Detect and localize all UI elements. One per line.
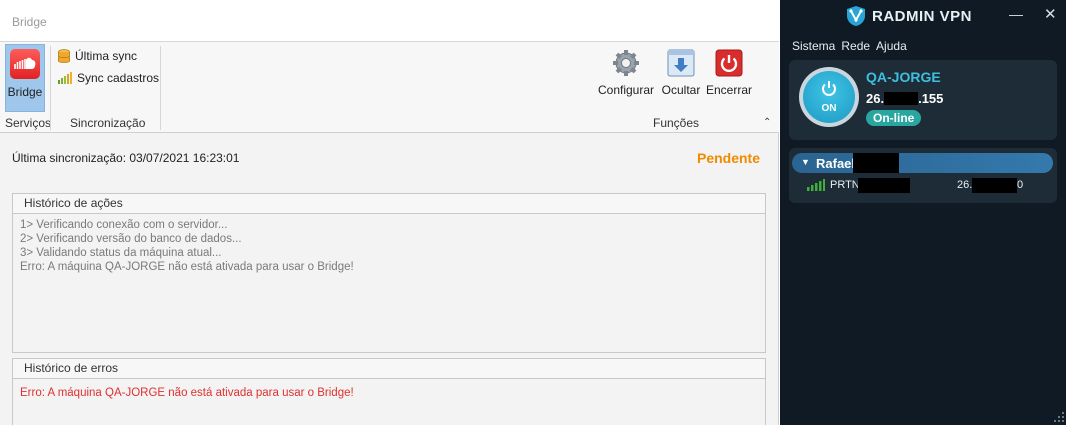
window-title: Bridge bbox=[12, 15, 47, 29]
redaction-mask bbox=[858, 178, 910, 193]
bridge-logo-icon bbox=[10, 49, 40, 79]
power-button[interactable]: ON bbox=[803, 71, 855, 123]
ribbon: Bridge Serviços Última sync Sync cadastr… bbox=[0, 42, 779, 133]
log-line: 3> Validando status da máquina atual... bbox=[20, 247, 222, 259]
power-state-label: ON bbox=[821, 103, 837, 114]
power-icon bbox=[822, 81, 836, 96]
radmin-menu-bar: Sistema Rede Ajuda bbox=[792, 39, 907, 53]
errors-history-title: Histórico de erros bbox=[13, 359, 765, 379]
error-line: Erro: A máquina QA-JORGE não está ativad… bbox=[20, 387, 354, 399]
bridge-window: Bridge Bridge Serviços Última sync Sync … bbox=[0, 0, 779, 425]
peer-row[interactable]: PRTN 26. 0 bbox=[789, 178, 1057, 194]
gear-icon bbox=[613, 50, 639, 76]
sync-group-label: Sincronização bbox=[70, 116, 146, 130]
errors-history-log[interactable]: Erro: A máquina QA-JORGE não está ativad… bbox=[13, 379, 765, 404]
close-app-button[interactable]: Encerrar bbox=[699, 48, 759, 104]
machine-ip[interactable]: 26. .155 bbox=[866, 91, 943, 106]
download-arrow-icon bbox=[667, 49, 695, 77]
menu-item-sistema[interactable]: Sistema bbox=[792, 39, 835, 53]
functions-group-label: Funções bbox=[653, 116, 700, 130]
log-line: 2> Verificando versão do banco de dados.… bbox=[20, 233, 242, 245]
configure-label: Configurar bbox=[597, 83, 655, 97]
close-icon[interactable]: ✕ bbox=[1044, 5, 1057, 23]
online-status-badge: On-line bbox=[866, 110, 922, 126]
bridge-titlebar: Bridge bbox=[0, 0, 779, 42]
configure-button[interactable]: Configurar bbox=[596, 48, 656, 104]
menu-item-ajuda[interactable]: Ajuda bbox=[876, 39, 907, 53]
sync-registrations-label: Sync cadastros bbox=[77, 71, 160, 85]
bridge-service-label: Bridge bbox=[7, 85, 43, 99]
signal-bars-icon bbox=[807, 179, 825, 191]
ip-suffix: .155 bbox=[918, 91, 944, 106]
peer-ip-suffix: 0 bbox=[1017, 179, 1024, 191]
power-icon bbox=[715, 49, 743, 77]
radmin-brand: RADMIN VPN bbox=[872, 8, 973, 25]
minimize-button[interactable]: — bbox=[1009, 6, 1023, 22]
radmin-shield-icon bbox=[847, 6, 865, 26]
radmin-vpn-window: RADMIN VPN — ✕ Sistema Rede Ajuda ON QA-… bbox=[780, 0, 1066, 425]
peer-ip-prefix: 26. bbox=[957, 179, 973, 191]
actions-history-log[interactable]: 1> Verificando conexão com o servidor...… bbox=[13, 214, 765, 278]
ip-prefix: 26. bbox=[866, 91, 885, 106]
local-machine-card: ON QA-JORGE 26. .155 On-line bbox=[789, 60, 1057, 140]
machine-name: QA-JORGE bbox=[866, 69, 941, 85]
redaction-mask bbox=[972, 178, 1017, 193]
last-sync-status: Última sincronização: 03/07/2021 16:23:0… bbox=[12, 151, 240, 165]
bridge-service-button[interactable]: Bridge bbox=[5, 44, 45, 112]
redaction-mask bbox=[884, 92, 919, 105]
log-line: Erro: A máquina QA-JORGE não está ativad… bbox=[20, 261, 354, 273]
errors-history-panel: Histórico de erros Erro: A máquina QA-JO… bbox=[12, 358, 766, 425]
menu-item-rede[interactable]: Rede bbox=[841, 39, 870, 53]
log-line: 1> Verificando conexão com o servidor... bbox=[20, 219, 228, 231]
actions-history-panel: Histórico de ações 1> Verificando conexã… bbox=[12, 193, 766, 353]
services-group-label: Serviços bbox=[5, 116, 52, 130]
network-name: Rafael bbox=[816, 156, 856, 171]
peer-name: PRTN bbox=[830, 179, 860, 191]
expand-triangle-icon[interactable]: ▼ bbox=[801, 157, 810, 167]
actions-history-title: Histórico de ações bbox=[13, 194, 765, 214]
sync-registrations-button[interactable]: Sync cadastros bbox=[58, 69, 159, 87]
collapse-ribbon-icon[interactable]: ⌃ bbox=[763, 117, 771, 128]
group-divider bbox=[160, 46, 161, 130]
resize-grip-icon[interactable] bbox=[1054, 412, 1064, 422]
power-toggle[interactable]: ON bbox=[799, 67, 859, 127]
sync-state-badge: Pendente bbox=[696, 150, 760, 166]
last-sync-button[interactable]: Última sync bbox=[58, 47, 137, 65]
last-sync-label: Última sync bbox=[75, 49, 138, 63]
network-list: ▼ Rafael PRTN 26. 0 bbox=[789, 148, 1057, 203]
database-icon bbox=[58, 48, 70, 63]
redaction-mask bbox=[853, 153, 899, 173]
close-app-label: Encerrar bbox=[705, 83, 752, 97]
signal-bars-icon bbox=[58, 72, 72, 84]
group-divider bbox=[50, 46, 51, 130]
network-group-header[interactable]: ▼ Rafael bbox=[792, 153, 1053, 173]
